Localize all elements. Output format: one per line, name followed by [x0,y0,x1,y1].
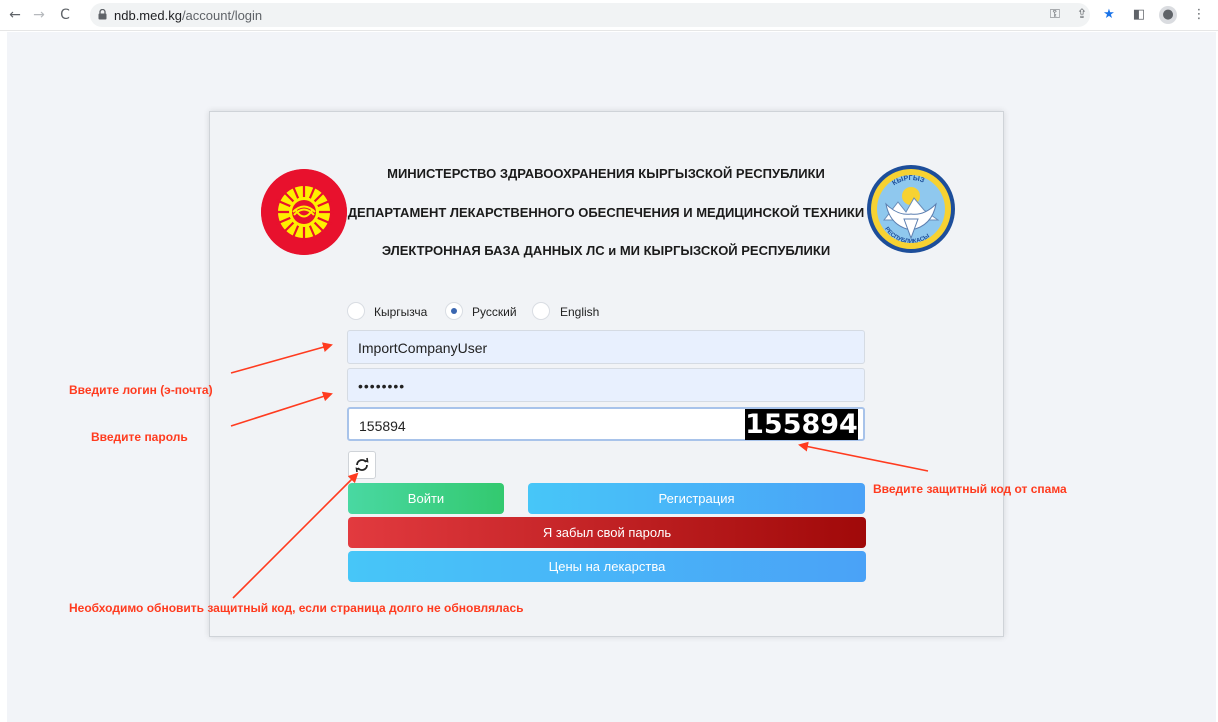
bookmark-star-icon[interactable]: ★ [1100,6,1118,24]
ministry-title: МИНИСТЕРСТВО ЗДРАВООХРАНЕНИЯ КЫРГЫЗСКОЙ … [387,166,825,181]
database-title: ЭЛЕКТРОННАЯ БАЗА ДАННЫХ ЛС и МИ КЫРГЫЗСК… [381,243,831,258]
password-input[interactable]: •••••••• [347,368,865,402]
address-bar[interactable]: ndb.med.kg/account/login [90,3,1090,27]
radio-russian[interactable] [445,302,463,320]
annotation-password-hint: Введите пароль [91,430,188,444]
browser-toolbar: ← → C ndb.med.kg/account/login ⚿ ⇪ ★ ◧ ●… [0,0,1218,31]
menu-kebab-icon[interactable]: ⋮ [1190,6,1208,24]
annotation-login-hint: Введите логин (э-почта) [69,383,213,397]
key-icon[interactable]: ⚿ [1046,6,1064,24]
side-panel-icon[interactable]: ◧ [1130,6,1148,24]
url-path: /account/login [181,8,263,23]
share-icon[interactable]: ⇪ [1073,6,1091,24]
radio-kyrgyz-label[interactable]: Кыргызча [374,305,427,319]
department-title: ДЕПАРТАМЕНТ ЛЕКАРСТВЕННОГО ОБЕСПЕЧЕНИЯ И… [347,205,865,220]
radio-english-label[interactable]: English [560,305,599,319]
forgot-password-button[interactable]: Я забыл свой пароль [348,517,866,548]
register-button[interactable]: Регистрация [528,483,865,514]
drug-prices-button[interactable]: Цены на лекарства [348,551,866,582]
login-button[interactable]: Войти [348,483,504,514]
back-icon[interactable]: ← [6,6,24,24]
radio-russian-label[interactable]: Русский [472,305,517,319]
url-text: ndb.med.kg/account/login [114,8,262,23]
url-domain: ndb.med.kg [114,8,182,23]
captcha-image: 155894 [745,409,858,440]
refresh-icon [355,457,369,473]
refresh-captcha-button[interactable] [348,451,376,479]
forward-icon[interactable]: → [30,6,48,24]
annotation-refresh-hint: Необходимо обновить защитный код, если с… [69,601,524,615]
radio-english[interactable] [532,302,550,320]
profile-avatar-icon[interactable]: ● [1159,6,1177,24]
reload-icon[interactable]: C [56,6,74,24]
kyrgyz-flag-emblem [261,169,347,255]
lock-icon [98,9,107,20]
annotation-captcha-hint: Введите защитный код от спама [873,482,1067,496]
kyrgyz-coat-of-arms: КЫРГЫЗ РЕСПУБЛИКАСЫ [867,165,955,253]
login-input[interactable]: ImportCompanyUser [347,330,865,364]
radio-kyrgyz[interactable] [347,302,365,320]
